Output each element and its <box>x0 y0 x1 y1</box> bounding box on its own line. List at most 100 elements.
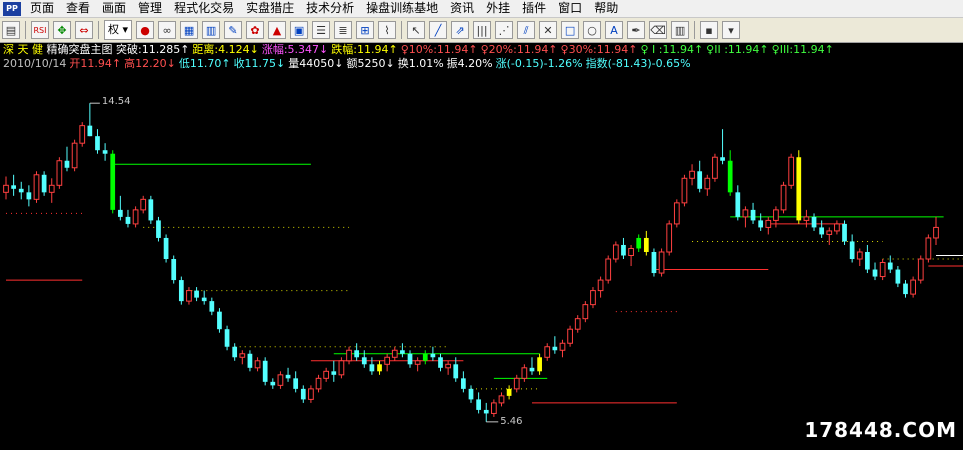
candle <box>796 150 802 224</box>
list-icon[interactable]: ≣ <box>334 21 353 39</box>
ellipse-icon[interactable]: ○ <box>583 21 602 39</box>
grid-icon[interactable]: ⊞ <box>356 21 375 39</box>
candle-body <box>476 399 481 410</box>
candle <box>163 234 169 263</box>
candle-body <box>87 125 93 137</box>
candle-body <box>430 353 436 358</box>
candle <box>544 343 551 361</box>
candle-body <box>621 244 626 256</box>
bell-icon[interactable]: ▲ <box>268 21 287 39</box>
candle-body <box>917 258 924 281</box>
chart-canvas[interactable] <box>0 43 963 446</box>
candlestick-chart[interactable] <box>0 43 963 446</box>
menu-training-base[interactable]: 操盘训练基地 <box>361 0 445 17</box>
glasses-icon[interactable]: ∞ <box>158 21 177 39</box>
candle <box>346 346 352 365</box>
menu-news[interactable]: 资讯 <box>445 0 481 17</box>
menu-canvas[interactable]: 画面 <box>97 0 133 17</box>
menu-icon[interactable]: ☰ <box>312 21 331 39</box>
chart-icon[interactable]: ⌇ <box>378 21 397 39</box>
menu-window[interactable]: 窗口 <box>553 0 589 17</box>
period-select[interactable]: 权 ▾ <box>104 20 133 40</box>
candle-body <box>720 157 725 161</box>
candle <box>209 297 215 316</box>
candle-body <box>125 216 131 224</box>
candle <box>597 276 604 298</box>
channel-icon[interactable]: ⫽ <box>517 21 536 39</box>
quote-value-4: 收11.75↓ <box>233 57 286 70</box>
menu-help[interactable]: 帮助 <box>589 0 625 17</box>
candle <box>628 244 634 267</box>
candle <box>689 164 695 186</box>
candle <box>750 202 756 224</box>
candle <box>41 171 47 196</box>
trend-icon[interactable]: ⇗ <box>451 21 470 39</box>
candle-body <box>95 136 100 151</box>
candle <box>315 374 322 393</box>
move-icon[interactable]: ✥ <box>53 21 71 39</box>
menu-live-hunt[interactable]: 实盘猎庄 <box>241 0 301 17</box>
menu-view[interactable]: 查看 <box>61 0 97 17</box>
book-icon[interactable]: ▥ <box>202 21 221 39</box>
menu-page[interactable]: 页面 <box>25 0 61 17</box>
candle <box>178 276 184 305</box>
pen-icon[interactable]: ✎ <box>224 21 243 39</box>
candle-body <box>597 279 604 292</box>
menu-programmatic-trading[interactable]: 程式化交易 <box>169 0 241 17</box>
candle-body <box>3 184 9 193</box>
brush-icon[interactable]: ✿ <box>246 21 265 39</box>
save-icon[interactable]: ▪ <box>700 21 719 39</box>
watermark: 178448.COM <box>804 418 957 442</box>
eraser-icon[interactable]: ⌫ <box>649 21 668 39</box>
candle-body <box>33 174 40 200</box>
cursor-icon[interactable]: ↖ <box>407 21 426 39</box>
candle <box>720 129 725 165</box>
dropdown-icon[interactable]: ▾ <box>722 21 741 39</box>
candle <box>361 350 367 368</box>
candle-body <box>612 244 619 260</box>
rsi-icon[interactable]: RSI <box>31 21 49 39</box>
candle-body <box>148 199 154 221</box>
indicator-value-0: 突破:11.285↑ <box>116 43 190 56</box>
box-icon[interactable]: ▣ <box>290 21 309 39</box>
doc-icon[interactable]: ▦ <box>180 21 199 39</box>
circle-icon[interactable]: ● <box>136 21 155 39</box>
line-icon[interactable]: ╱ <box>429 21 448 39</box>
candle <box>18 181 24 200</box>
candle <box>476 392 481 414</box>
fan-icon[interactable]: ⋰ <box>495 21 514 39</box>
bars2-icon[interactable]: ▥ <box>671 21 690 39</box>
candle-body <box>110 153 116 210</box>
menu-plugins[interactable]: 插件 <box>517 0 553 17</box>
indicator-value-2: 涨幅:5.347↓ <box>261 43 329 56</box>
folder-icon[interactable]: ▤ <box>2 21 20 39</box>
candle <box>56 157 63 189</box>
cross-icon[interactable]: ✕ <box>539 21 558 39</box>
candle-body <box>544 346 551 358</box>
candle-body <box>400 350 405 354</box>
quote-value-0: 2010/10/14 <box>3 57 67 70</box>
candle <box>917 255 924 284</box>
candle <box>102 143 108 161</box>
arrows-icon[interactable]: ⇔ <box>75 21 93 39</box>
text-icon[interactable]: A <box>605 21 624 39</box>
candle-body <box>171 259 177 281</box>
bars-icon[interactable]: ||| <box>473 21 492 39</box>
candle-body <box>461 378 466 389</box>
candle <box>400 343 405 358</box>
candle-body <box>377 364 382 372</box>
menu-addons[interactable]: 外挂 <box>481 0 517 17</box>
menu-manage[interactable]: 管理 <box>133 0 169 17</box>
candle <box>430 346 436 361</box>
menu-technical-analysis[interactable]: 技术分析 <box>301 0 361 17</box>
candle <box>612 241 619 263</box>
candle-body <box>56 160 63 186</box>
candle <box>95 129 100 154</box>
candle-body <box>293 378 299 389</box>
indicator-value-9: ♀III:11.94↑ <box>771 43 834 56</box>
indicator-value-5: ♀20%:11.94↑ <box>480 43 558 56</box>
quote-value-6: 额5250↓ <box>346 57 395 70</box>
candle <box>148 195 154 224</box>
rect-icon[interactable]: □ <box>561 21 580 39</box>
marker-icon[interactable]: ✒ <box>627 21 646 39</box>
